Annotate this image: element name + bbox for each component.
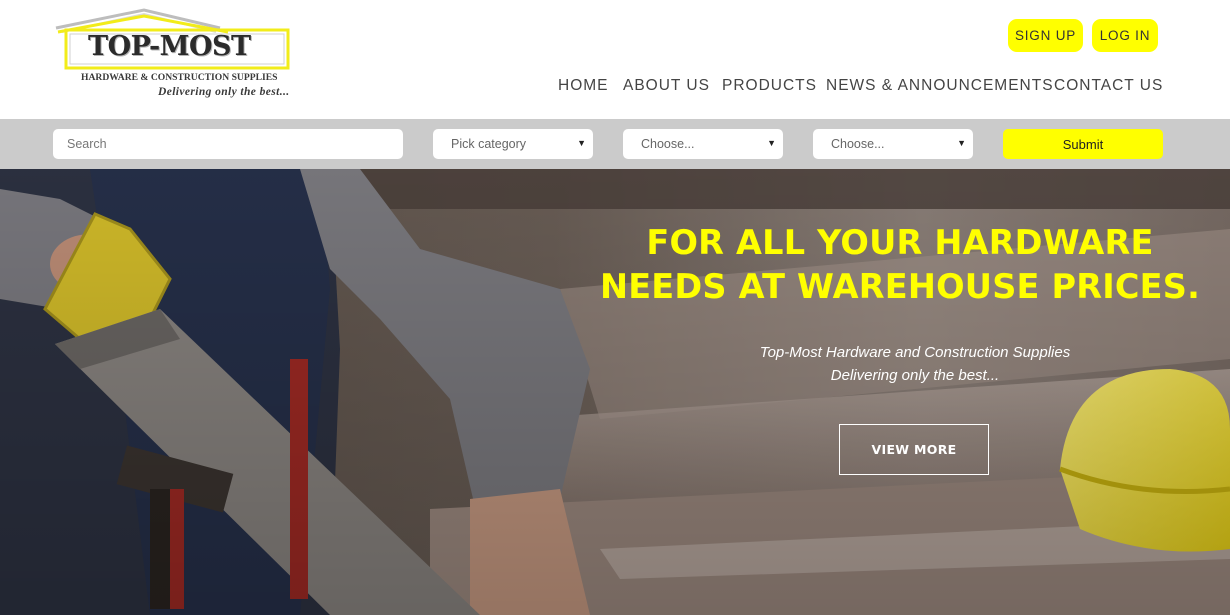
nav-item-home[interactable]: HOME (558, 77, 609, 95)
category-select-value: Pick category (451, 137, 527, 151)
logo-subtitle: HARDWARE & CONSTRUCTION SUPPLIES (81, 72, 278, 83)
filter-select-1[interactable]: Choose... ▼ (623, 129, 783, 159)
view-more-button[interactable]: VIEW MORE (839, 424, 989, 475)
logo-tagline: Delivering only the best... (158, 86, 290, 98)
dropdown-caret-icon: ▼ (957, 138, 966, 148)
nav-item-about-us[interactable]: ABOUT US (623, 77, 710, 95)
sign-up-button[interactable]: SIGN UP (1008, 19, 1083, 52)
hero-headline-line-1: FOR ALL YOUR HARDWARE (646, 223, 1154, 262)
dropdown-caret-icon: ▼ (577, 138, 586, 148)
dropdown-caret-icon: ▼ (767, 138, 776, 148)
logo-title: TOP-MOST (88, 31, 251, 62)
hero-banner: FOR ALL YOUR HARDWARE NEEDS AT WAREHOUSE… (0, 169, 1230, 615)
hero-headline: FOR ALL YOUR HARDWARE NEEDS AT WAREHOUSE… (560, 221, 1230, 309)
search-input[interactable]: Search (53, 129, 403, 159)
hero-subtitle-line-2: Delivering only the best... (830, 367, 1000, 384)
category-select[interactable]: Pick category ▼ (433, 129, 593, 159)
submit-button[interactable]: Submit (1003, 129, 1163, 159)
site-header: TOP-MOST HARDWARE & CONSTRUCTION SUPPLIE… (0, 0, 1230, 119)
log-in-button[interactable]: LOG IN (1092, 19, 1158, 52)
filter-select-1-value: Choose... (641, 137, 695, 151)
hero-subtitle-line-1: Top-Most Hardware and Construction Suppl… (759, 344, 1071, 361)
site-logo[interactable]: TOP-MOST HARDWARE & CONSTRUCTION SUPPLIE… (52, 8, 302, 104)
filter-select-2-value: Choose... (831, 137, 885, 151)
search-bar: Search Pick category ▼ Choose... ▼ Choos… (0, 119, 1230, 169)
nav-item-contact-us[interactable]: CONTACT US (1054, 77, 1163, 95)
hero-subtitle: Top-Most Hardware and Construction Suppl… (700, 341, 1130, 387)
filter-select-2[interactable]: Choose... ▼ (813, 129, 973, 159)
hero-headline-line-2: NEEDS AT WAREHOUSE PRICES. (599, 267, 1201, 306)
nav-item-news-announcements[interactable]: NEWS & ANNOUNCEMENTS (826, 77, 1054, 95)
nav-item-products[interactable]: PRODUCTS (722, 77, 817, 95)
